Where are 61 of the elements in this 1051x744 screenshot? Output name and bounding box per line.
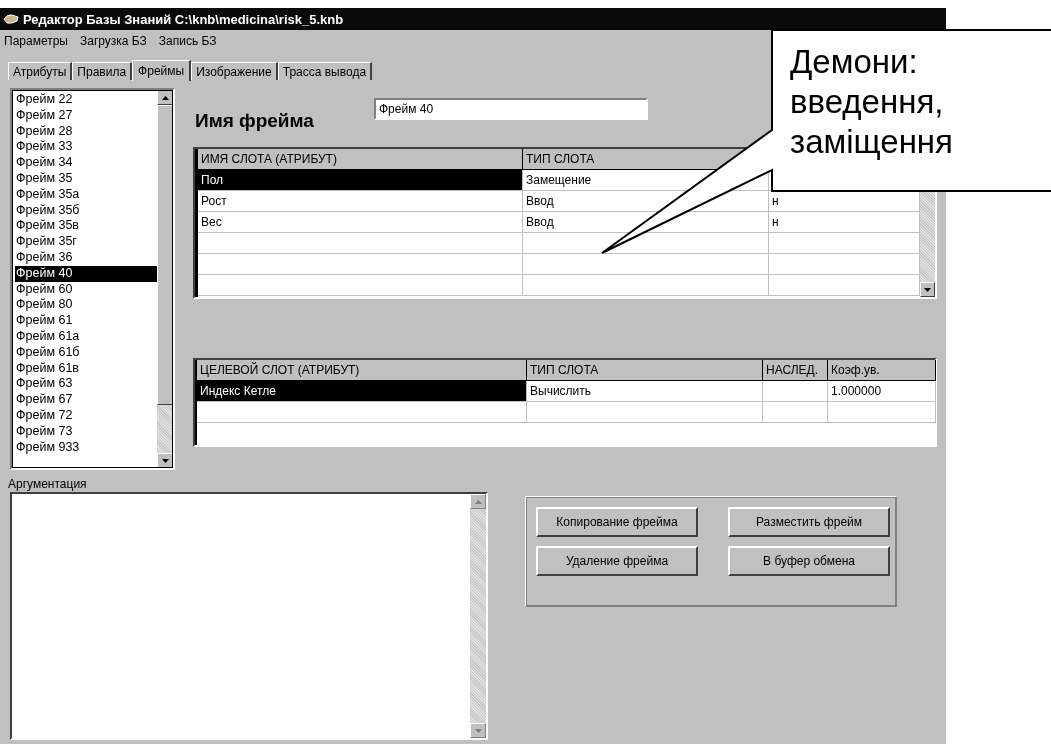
list-item[interactable]: Фрейм 22: [15, 92, 157, 108]
list-item[interactable]: Фрейм 34: [15, 155, 157, 171]
tab[interactable]: Изображение: [191, 62, 278, 80]
argumentation-label: Аргументация: [8, 477, 88, 492]
column-header: НАСЛЕД.: [763, 360, 828, 381]
column-header: ТИП СЛОТА: [527, 360, 763, 381]
list-item[interactable]: Фрейм 73: [15, 423, 157, 440]
list-item[interactable]: Фрейм 28: [15, 123, 157, 140]
list-item[interactable]: Фрейм 35б: [15, 202, 157, 219]
menu-item[interactable]: Загрузка БЗ: [79, 34, 147, 48]
list-item[interactable]: Фрейм 61: [15, 313, 157, 329]
table-cell: Пол: [198, 170, 523, 191]
table-cell: [763, 402, 828, 423]
callout-text: Демони: введення, заміщення: [790, 42, 954, 162]
argumentation-field[interactable]: [10, 492, 488, 740]
tab[interactable]: Атрибуты: [8, 62, 73, 80]
list-item[interactable]: Фрейм 61в: [15, 360, 157, 377]
table-cell: [763, 381, 828, 402]
scroll-up-icon[interactable]: [157, 90, 173, 105]
frame-name-field[interactable]: Фрейм 40: [374, 98, 648, 120]
list-item[interactable]: Фрейм 933: [15, 439, 157, 456]
table-cell: Вычислить: [527, 381, 763, 402]
scroll-thumb[interactable]: [157, 105, 173, 405]
action-button[interactable]: Разместить фрейм: [728, 507, 890, 537]
column-header: ЦЕЛЕВОЙ СЛОТ (АТРИБУТ): [197, 360, 527, 381]
table-cell: Вес: [198, 212, 523, 233]
list-item[interactable]: Фрейм 27: [15, 107, 157, 124]
list-item[interactable]: Фрейм 35в: [15, 218, 157, 235]
list-item[interactable]: Фрейм 35: [15, 171, 157, 187]
list-item[interactable]: Фрейм 36: [15, 249, 157, 266]
list-item[interactable]: Фрейм 60: [15, 281, 157, 298]
list-item[interactable]: Фрейм 61б: [15, 344, 157, 361]
scroll-down-icon[interactable]: [157, 453, 173, 468]
scrollbar[interactable]: [920, 191, 935, 297]
hand-icon: [3, 13, 19, 25]
list-item[interactable]: Фрейм 61а: [15, 328, 157, 345]
list-item[interactable]: Фрейм 63: [15, 376, 157, 393]
frame-name-label: Имя фрейма: [195, 110, 315, 132]
action-button[interactable]: Удаление фрейма: [536, 546, 698, 576]
list-item[interactable]: Фрейм 80: [15, 297, 157, 314]
window-title: Редактор Базы Знаний C:\knb\medicina\risk_5.knb: [23, 11, 344, 27]
table-cell: Индекс Кетле: [197, 381, 527, 402]
list-item[interactable]: Фрейм 35а: [15, 186, 157, 203]
tab[interactable]: Трасса вывода: [277, 62, 373, 80]
column-header: Коэф.ув.: [828, 360, 936, 381]
menu-item[interactable]: Параметры: [4, 34, 68, 48]
list-item[interactable]: Фрейм 67: [15, 392, 157, 408]
list-item[interactable]: Фрейм 72: [15, 407, 157, 424]
scrollbar[interactable]: [157, 90, 173, 468]
menu-item[interactable]: Запись БЗ: [158, 34, 217, 48]
action-button[interactable]: Копирование фрейма: [536, 507, 698, 537]
column-header: ИМЯ СЛОТА (АТРИБУТ): [198, 149, 523, 170]
list-item[interactable]: Фрейм 35г: [15, 234, 157, 250]
table-cell: Рост: [198, 191, 523, 212]
action-button[interactable]: В буфер обмена: [728, 546, 890, 576]
list-item[interactable]: Фрейм 33: [15, 139, 157, 156]
tab[interactable]: Правила: [72, 62, 133, 80]
tab[interactable]: Фреймы: [132, 60, 192, 81]
table-cell: 1.000000: [828, 381, 936, 402]
list-item[interactable]: Фрейм 40: [15, 265, 157, 282]
scroll-down-icon[interactable]: [920, 282, 935, 297]
